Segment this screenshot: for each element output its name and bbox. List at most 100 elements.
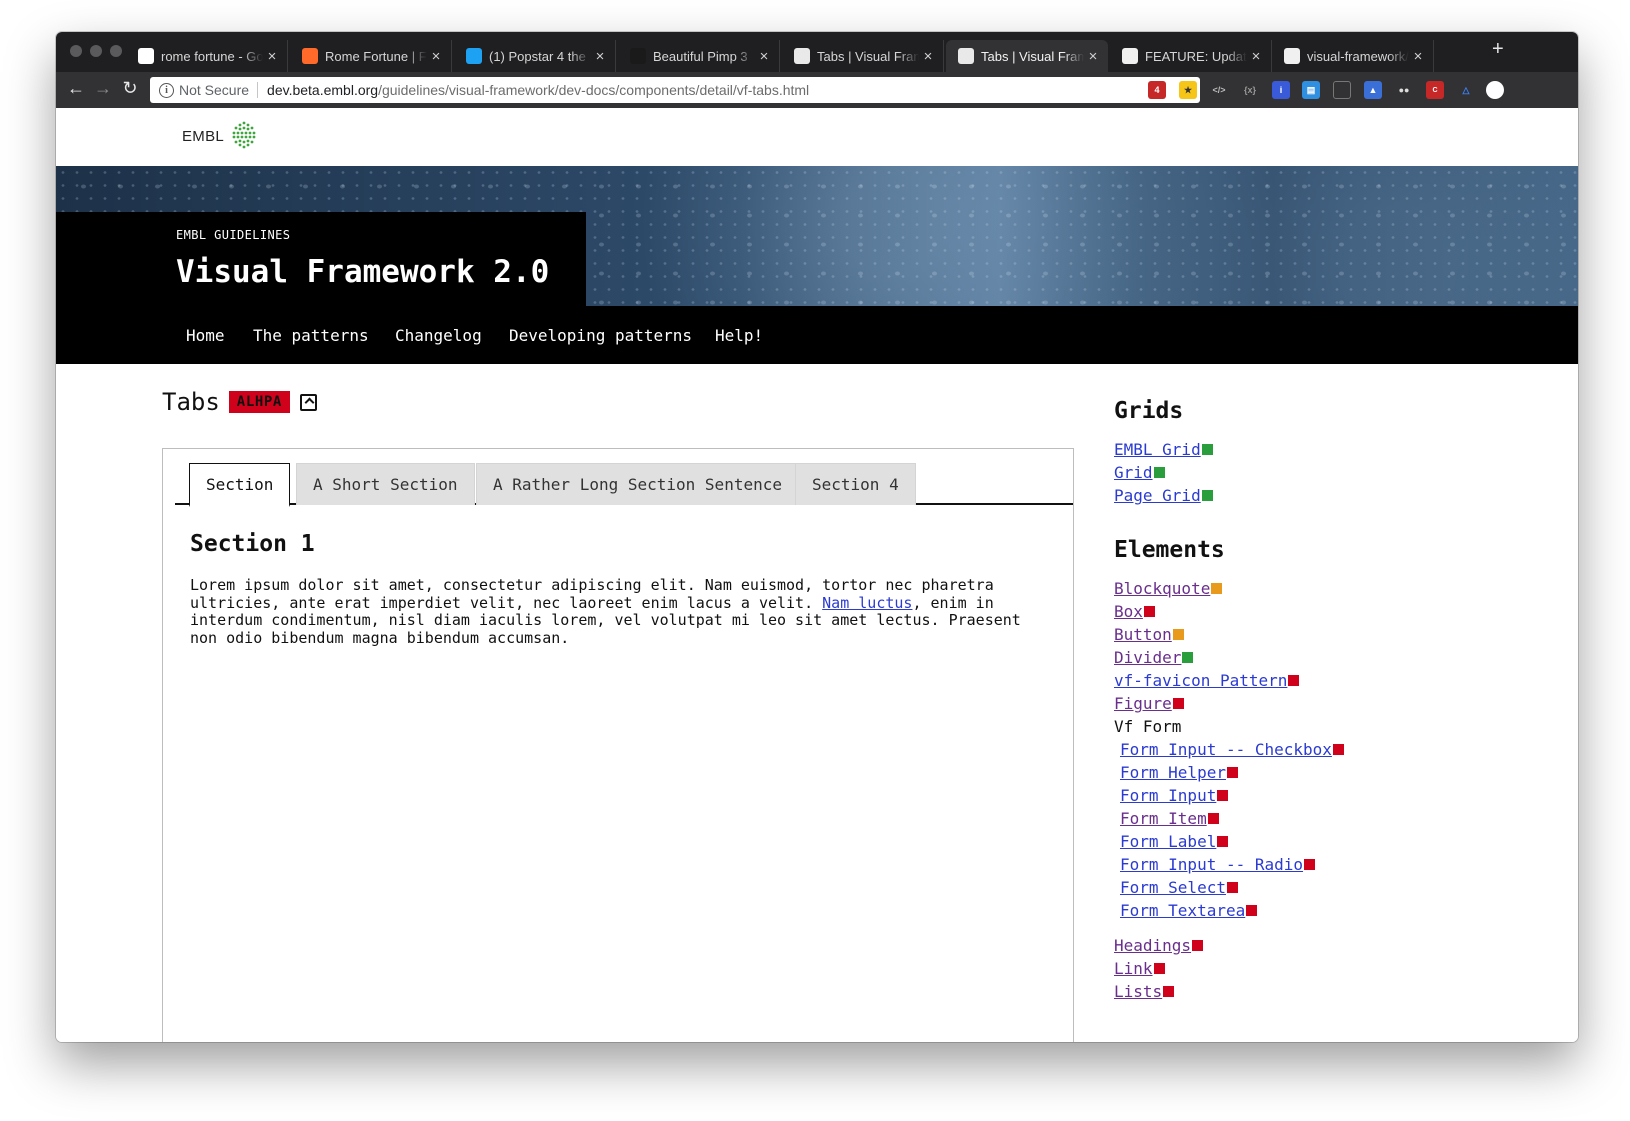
sidebar-link[interactable]: EMBL Grid — [1114, 440, 1213, 459]
close-window-button[interactable] — [70, 45, 82, 57]
cors-extension-icon[interactable]: C — [1426, 81, 1444, 99]
close-tab-icon[interactable]: × — [427, 48, 445, 65]
tab-a-short-section[interactable]: A Short Section — [296, 463, 475, 505]
sidebar-link-label[interactable]: Form Label — [1120, 832, 1216, 851]
sidebar-link-label[interactable]: Form Input — [1120, 786, 1216, 805]
sidebar-link[interactable]: vf-favicon Pattern — [1114, 671, 1300, 690]
tab-long-section[interactable]: A Rather Long Section Sentence — [476, 463, 799, 505]
browser-tab[interactable]: rome fortune - Goog× — [126, 40, 288, 72]
embl-logo-icon[interactable] — [229, 120, 259, 150]
browser-tab[interactable]: Tabs | Visual Framew× — [782, 40, 944, 72]
extension-icon-5[interactable]: i — [1272, 81, 1290, 99]
json-extension-icon[interactable]: {x} — [1241, 81, 1259, 99]
new-tab-button[interactable]: + — [1492, 38, 1504, 61]
profile-avatar[interactable] — [1486, 81, 1504, 99]
extension-icon-8[interactable]: ▲ — [1364, 81, 1382, 99]
sidebar-link[interactable]: Figure — [1114, 694, 1184, 713]
extension-icon-2[interactable]: ★ — [1179, 81, 1197, 99]
forward-arrow-icon[interactable]: → — [92, 78, 114, 99]
status-indicator-icon — [1207, 813, 1219, 824]
browser-tab[interactable]: visual-framework/vf × — [1272, 40, 1434, 72]
close-tab-icon[interactable]: × — [1084, 48, 1102, 65]
sidebar-link-label[interactable]: Box — [1114, 602, 1143, 621]
sidebar-link-label[interactable]: Form Helper — [1120, 763, 1226, 782]
address-bar[interactable]: i Not Secure dev.beta.embl.org/guideline… — [150, 77, 1200, 103]
browser-tab[interactable]: FEATURE: Update p× — [1110, 40, 1272, 72]
sidebar-link[interactable]: Button — [1114, 625, 1184, 644]
reload-icon[interactable]: ↻ — [119, 78, 141, 99]
nav-changelog[interactable]: Changelog — [395, 326, 482, 345]
site-title-block: EMBL GUIDELINES Visual Framework 2.0 — [56, 212, 586, 306]
sidebar-link-label[interactable]: Form Input -- Checkbox — [1120, 740, 1332, 759]
close-tab-icon[interactable]: × — [1409, 48, 1427, 65]
paragraph-link[interactable]: Nam luctus — [822, 594, 912, 612]
close-tab-icon[interactable]: × — [1247, 48, 1265, 65]
status-indicator-icon — [1211, 583, 1223, 594]
browser-tab[interactable]: Rome Fortune | Free× — [290, 40, 452, 72]
nav-developing-patterns[interactable]: Developing patterns — [509, 326, 692, 345]
minimize-window-button[interactable] — [90, 45, 102, 57]
extension-icon-9[interactable]: ●● — [1395, 81, 1413, 99]
zoom-window-button[interactable] — [110, 45, 122, 57]
sidebar-group-label: Vf Form — [1114, 717, 1181, 736]
sidebar-link-label[interactable]: Figure — [1114, 694, 1172, 713]
sidebar-link[interactable]: Divider — [1114, 648, 1194, 667]
embl-logo-text[interactable]: EMBL — [182, 128, 224, 145]
sidebar-link[interactable]: Grid — [1114, 463, 1165, 482]
sidebar-link[interactable]: Form Item — [1120, 809, 1219, 828]
sidebar-link[interactable]: Page Grid — [1114, 486, 1213, 505]
tab-section-4[interactable]: Section 4 — [795, 463, 916, 505]
sidebar-link-label: Vf Form — [1114, 717, 1182, 736]
sidebar-link[interactable]: Form Input — [1120, 786, 1229, 805]
sidebar-link[interactable]: Blockquote — [1114, 579, 1223, 598]
sidebar-link-label[interactable]: EMBL Grid — [1114, 440, 1201, 459]
extension-icon-11[interactable]: △ — [1457, 81, 1475, 99]
soundcloud-icon — [302, 48, 318, 64]
browser-tab[interactable]: (1) Popstar 4 the Fre× — [454, 40, 616, 72]
nav-home[interactable]: Home — [186, 326, 225, 345]
sidebar-link-label[interactable]: Page Grid — [1114, 486, 1201, 505]
close-tab-icon[interactable]: × — [755, 48, 773, 65]
extension-icon-6[interactable]: ▤ — [1302, 81, 1320, 99]
close-tab-icon[interactable]: × — [919, 48, 937, 65]
sidebar-link[interactable]: Form Input -- Radio — [1120, 855, 1316, 874]
sidebar-link-label[interactable]: Lists — [1114, 982, 1162, 1001]
sidebar-link[interactable]: Form Helper — [1120, 763, 1238, 782]
sidebar-link[interactable]: Lists — [1114, 982, 1175, 1001]
sidebar-link[interactable]: Headings — [1114, 936, 1204, 955]
sidebar-link-label[interactable]: Grid — [1114, 463, 1153, 482]
code-extension-icon[interactable]: </> — [1210, 81, 1228, 99]
sidebar-link-label[interactable]: Form Item — [1120, 809, 1207, 828]
sidebar-link[interactable]: Box — [1114, 602, 1155, 621]
status-indicator-icon — [1182, 652, 1194, 663]
close-tab-icon[interactable]: × — [591, 48, 609, 65]
sidebar-link[interactable]: Form Input -- Checkbox — [1120, 740, 1344, 759]
sidebar-link-label[interactable]: Blockquote — [1114, 579, 1210, 598]
browser-tab[interactable]: Beautiful Pimp 3 × — [618, 40, 780, 72]
sidebar-link-label[interactable]: Link — [1114, 959, 1153, 978]
info-icon[interactable]: i — [159, 82, 174, 98]
url-host: dev.beta.embl.org — [267, 82, 379, 98]
open-external-icon[interactable] — [299, 393, 317, 411]
security-label[interactable]: Not Secure — [179, 82, 249, 98]
sidebar-link-label[interactable]: Form Textarea — [1120, 901, 1245, 920]
tab-section[interactable]: Section — [189, 463, 291, 507]
sidebar-link[interactable]: Form Textarea — [1120, 901, 1258, 920]
sidebar-link-label[interactable]: Form Select — [1120, 878, 1226, 897]
nav-help[interactable]: Help! — [715, 326, 763, 345]
sidebar-link-label[interactable]: Button — [1114, 625, 1172, 644]
nav-the-patterns[interactable]: The patterns — [253, 326, 369, 345]
back-arrow-icon[interactable]: ← — [65, 78, 87, 99]
sidebar-link[interactable]: Link — [1114, 959, 1165, 978]
sidebar-link[interactable]: Form Label — [1120, 832, 1229, 851]
sidebar-link[interactable]: Form Select — [1120, 878, 1238, 897]
spotify-icon — [630, 48, 646, 64]
close-tab-icon[interactable]: × — [263, 48, 281, 65]
browser-tab[interactable]: Tabs | Visual Framew× — [946, 40, 1108, 72]
sidebar-link-label[interactable]: Headings — [1114, 936, 1191, 955]
sidebar-link-label[interactable]: Form Input -- Radio — [1120, 855, 1303, 874]
extension-icon-1[interactable]: 4 — [1148, 81, 1166, 99]
sidebar-link-label[interactable]: vf-favicon Pattern — [1114, 671, 1287, 690]
sidebar-link-label[interactable]: Divider — [1114, 648, 1181, 667]
cast-icon[interactable] — [1333, 81, 1351, 99]
